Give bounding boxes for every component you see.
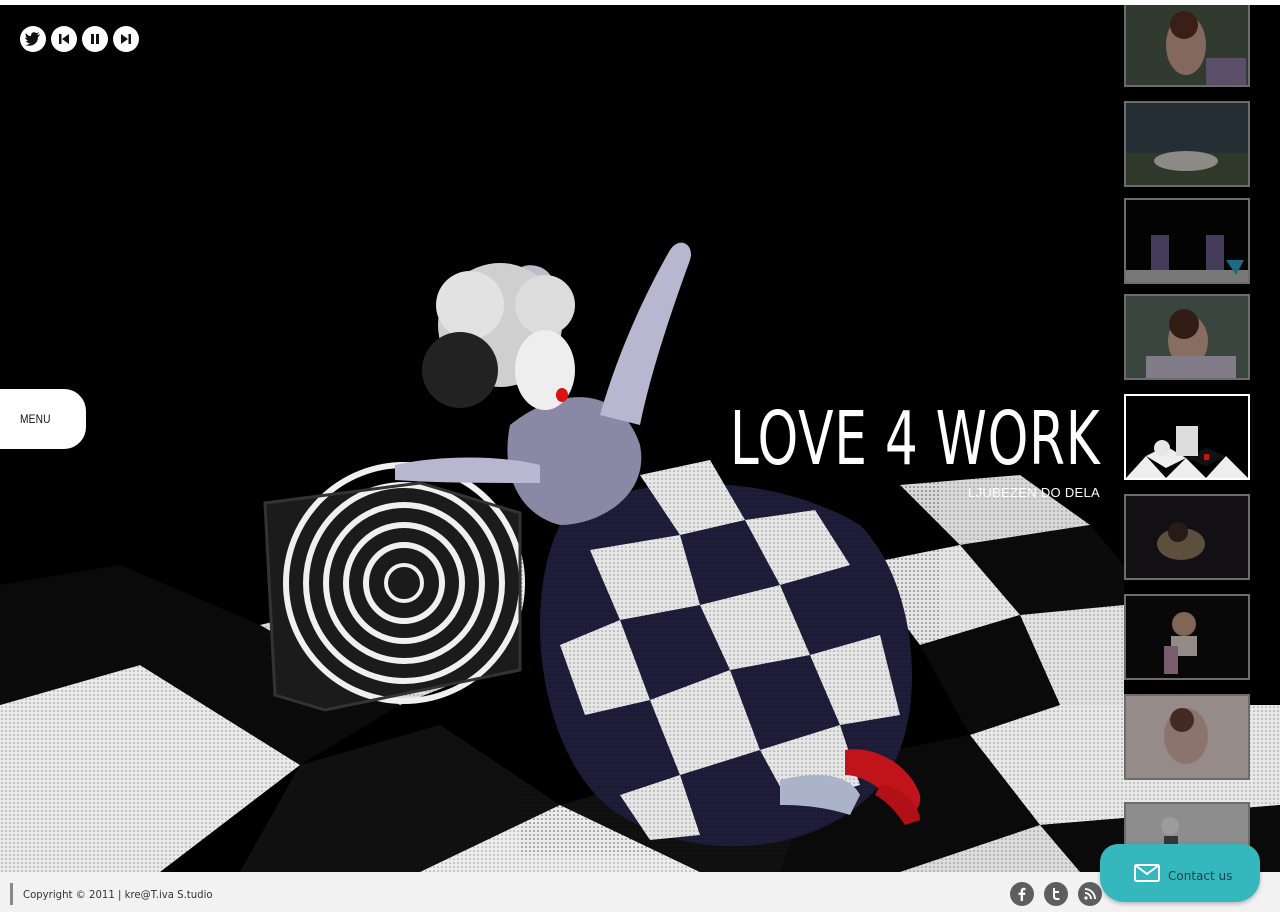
twitter-bird-icon[interactable] [20, 26, 46, 52]
menu-button[interactable]: MENU [0, 389, 86, 449]
thumbnail-7[interactable] [1124, 594, 1250, 680]
thumbnail-5[interactable] [1124, 394, 1250, 480]
footer-divider [10, 883, 13, 905]
thumbnail-6[interactable] [1124, 494, 1250, 580]
copyright-text: Copyright © 2011 | kre@T.iva S.tudio [23, 888, 213, 901]
social-links [1010, 882, 1102, 906]
slide-caption: LOVE 4 WORK LJUBEZEN DO DELA [571, 397, 1100, 500]
thumbnail-1[interactable] [1124, 5, 1250, 87]
thumbnail-4[interactable] [1124, 294, 1250, 380]
slideshow-stage: MENU LOVE 4 WORK LJUBEZEN DO DELA [0, 5, 1280, 872]
thumbnail-2[interactable] [1124, 101, 1250, 187]
facebook-icon[interactable] [1010, 882, 1034, 906]
contact-us-button[interactable]: Contact us [1100, 844, 1260, 902]
skip-previous-icon[interactable] [51, 26, 77, 52]
contact-us-label: Contact us [1168, 869, 1233, 883]
rss-icon[interactable] [1078, 882, 1102, 906]
player-controls [20, 26, 139, 52]
footer: Copyright © 2011 | kre@T.iva S.tudio [0, 872, 1280, 912]
skip-next-icon[interactable] [113, 26, 139, 52]
slide-title: LOVE 4 WORK [729, 396, 1100, 482]
envelope-icon [1134, 864, 1160, 882]
menu-label: MENU [20, 412, 51, 426]
twitter-icon[interactable] [1044, 882, 1068, 906]
slide-subtitle: LJUBEZEN DO DELA [968, 485, 1100, 500]
thumbnail-8[interactable] [1124, 694, 1250, 780]
pause-icon[interactable] [82, 26, 108, 52]
thumbnail-3[interactable] [1124, 198, 1250, 284]
